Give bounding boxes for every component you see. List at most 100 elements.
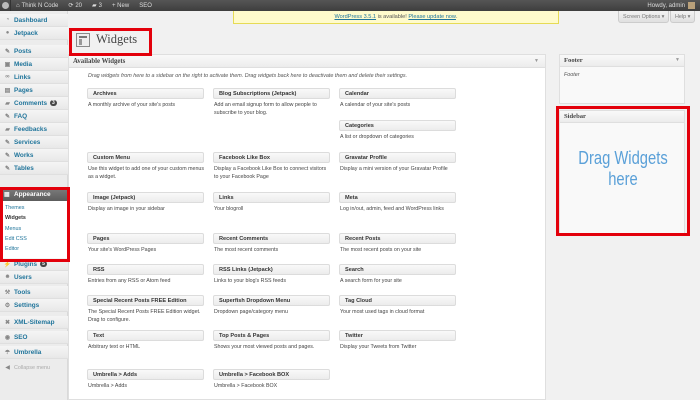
menu-item-users[interactable]: ☻ Users: [0, 271, 68, 284]
update-now-link[interactable]: Please update now: [408, 14, 456, 20]
widget-item[interactable]: Image (Jetpack) Display an image in your …: [87, 192, 204, 214]
menu-item-works[interactable]: ✎ Works: [0, 149, 68, 162]
widget-item[interactable]: Twitter Display your Tweets from Twitter: [339, 330, 456, 352]
menu-item-dashboard[interactable]: ◔ Dashboard: [0, 14, 68, 27]
comments-link[interactable]: ▰ 3: [87, 0, 107, 11]
widget-description: A list or dropdown of categories: [340, 134, 414, 140]
menu-item-faq[interactable]: ✎ FAQ: [0, 110, 68, 123]
updates-count: 20: [75, 2, 83, 9]
widget-item[interactable]: Archives A monthly archive of your site's…: [87, 88, 204, 110]
widget-item[interactable]: Links Your blogroll: [213, 192, 330, 214]
wordpress-logo-icon[interactable]: [0, 0, 11, 11]
widget-title[interactable]: Pages: [87, 233, 204, 244]
widget-title[interactable]: Gravatar Profile: [339, 152, 456, 163]
widget-description: Add an email signup form to allow people…: [214, 102, 317, 116]
widget-title[interactable]: Text: [87, 330, 204, 341]
menu-item-settings[interactable]: ⚙ Settings: [0, 299, 68, 312]
toggle-arrow-icon[interactable]: ▼: [675, 58, 680, 63]
comment-bubble-icon: ▰: [5, 100, 10, 107]
widget-item[interactable]: Calendar A calendar of your site's posts: [339, 88, 456, 110]
seo-link[interactable]: SEO: [134, 0, 157, 11]
menu-label: Umbrella: [14, 348, 42, 356]
widget-item[interactable]: RSS Links (Jetpack) Links to your blog's …: [213, 264, 330, 286]
update-notice: WordPress 3.5.1 is available! Please upd…: [233, 11, 559, 24]
widget-item[interactable]: Search A search form for your site: [339, 264, 456, 286]
toggle-arrow-icon[interactable]: ▼: [534, 59, 539, 64]
menu-label: Dashboard: [14, 16, 48, 24]
widget-title[interactable]: Top Posts & Pages: [213, 330, 330, 341]
widget-title[interactable]: Superfish Dropdown Menu: [213, 295, 330, 306]
widget-item[interactable]: Gravatar Profile Display a mini version o…: [339, 152, 456, 174]
widget-item[interactable]: Special Recent Posts FREE Edition The Spe…: [87, 295, 204, 324]
widget-item[interactable]: Pages Your site's WordPress Pages: [87, 233, 204, 255]
menu-item-pages[interactable]: ▤ Pages: [0, 84, 68, 97]
menu-item-umbrella[interactable]: ☂ Umbrella: [0, 346, 68, 359]
widget-item[interactable]: Recent Posts The most recent posts on you…: [339, 233, 456, 255]
widget-item[interactable]: Tag Cloud Your most used tags in cloud fo…: [339, 295, 456, 317]
widget-title[interactable]: RSS Links (Jetpack): [213, 264, 330, 275]
widget-item[interactable]: Blog Subscriptions (Jetpack) Add an email…: [213, 88, 330, 117]
widget-title[interactable]: Twitter: [339, 330, 456, 341]
footer-sidebar-header[interactable]: Footer ▼: [560, 55, 684, 67]
menu-item-services[interactable]: ✎ Services: [0, 136, 68, 149]
menu-label: Settings: [14, 301, 40, 309]
widget-title[interactable]: Archives: [87, 88, 204, 99]
menu-item-links[interactable]: ∞ Links: [0, 71, 68, 84]
widget-title[interactable]: Meta: [339, 192, 456, 203]
widget-title[interactable]: Recent Comments: [213, 233, 330, 244]
widget-title[interactable]: Search: [339, 264, 456, 275]
widget-title[interactable]: Categories: [339, 120, 456, 131]
widget-title[interactable]: Custom Menu: [87, 152, 204, 163]
menu-label: Comments: [14, 99, 48, 107]
widget-title[interactable]: Recent Posts: [339, 233, 456, 244]
widget-item[interactable]: Umbrella > Facebook BOX Umbrella > Facebo…: [213, 369, 330, 391]
available-widgets-header[interactable]: Available Widgets ▼: [69, 55, 545, 68]
widget-title[interactable]: Facebook Like Box: [213, 152, 330, 163]
footer-sidebar[interactable]: Footer ▼ Footer: [559, 54, 685, 104]
menu-item-feedbacks[interactable]: ▰ Feedbacks: [0, 123, 68, 136]
feedback-icon: ▰: [5, 126, 10, 133]
umbrella-icon: ☂: [4, 349, 11, 356]
account-link[interactable]: Howdy, admin: [642, 0, 700, 11]
tools-icon: ⚒: [4, 289, 11, 296]
widget-item[interactable]: Top Posts & Pages Shows your most viewed …: [213, 330, 330, 352]
widget-item[interactable]: RSS Entries from any RSS or Atom feed: [87, 264, 204, 286]
updates-link[interactable]: ⟳ 20: [63, 0, 87, 11]
widget-title[interactable]: Image (Jetpack): [87, 192, 204, 203]
menu-item-tools[interactable]: ⚒ Tools: [0, 286, 68, 299]
menu-item-jetpack[interactable]: ● Jetpack: [0, 27, 68, 40]
widget-item[interactable]: Meta Log in/out, admin, feed and WordPres…: [339, 192, 456, 214]
menu-item-xml-sitemap[interactable]: ✖ XML-Sitemap: [0, 316, 68, 329]
widget-title[interactable]: Tag Cloud: [339, 295, 456, 306]
widget-title[interactable]: Umbrella > Adds: [87, 369, 204, 380]
widget-title[interactable]: Links: [213, 192, 330, 203]
widget-description: A search form for your site: [340, 278, 402, 284]
site-name-link[interactable]: ⌂ Think N Code: [11, 0, 63, 11]
new-content-link[interactable]: + New: [107, 0, 134, 11]
menu-item-tables[interactable]: ✎ Tables: [0, 162, 68, 175]
help-button[interactable]: Help ▾: [670, 11, 696, 23]
menu-item-comments[interactable]: ▰ Comments 3: [0, 97, 68, 110]
widget-title[interactable]: Blog Subscriptions (Jetpack): [213, 88, 330, 99]
widget-item[interactable]: Umbrella > Adds Umbrella > Adds: [87, 369, 204, 391]
menu-item-seo[interactable]: ◉ SEO: [0, 331, 68, 344]
menu-item-media[interactable]: ▣ Media: [0, 58, 68, 71]
widget-item[interactable]: Facebook Like Box Display a Facebook Like…: [213, 152, 330, 181]
widget-item[interactable]: Superfish Dropdown Menu Dropdown page/cat…: [213, 295, 330, 317]
widget-item[interactable]: Custom Menu Use this widget to add one of…: [87, 152, 204, 181]
widget-description: Use this widget to add one of your custo…: [88, 166, 205, 180]
widget-item[interactable]: Categories A list or dropdown of categori…: [339, 120, 456, 142]
widget-title[interactable]: Calendar: [339, 88, 456, 99]
widget-item[interactable]: Recent Comments The most recent comments: [213, 233, 330, 255]
widget-item[interactable]: Text Arbitrary text or HTML: [87, 330, 204, 352]
widget-title[interactable]: RSS: [87, 264, 204, 275]
version-link[interactable]: WordPress 3.5.1: [334, 14, 376, 20]
pin-icon: ✎: [4, 139, 11, 146]
menu-item-posts[interactable]: ✎ Posts: [0, 45, 68, 58]
available-widgets-title: Available Widgets: [73, 57, 126, 65]
widget-title[interactable]: Special Recent Posts FREE Edition: [87, 295, 204, 306]
screen-options-button[interactable]: Screen Options ▾: [618, 11, 670, 23]
collapse-menu-button[interactable]: ◀ Collapse menu: [0, 361, 68, 374]
widget-title[interactable]: Umbrella > Facebook BOX: [213, 369, 330, 380]
menu-label: Collapse menu: [14, 364, 50, 371]
